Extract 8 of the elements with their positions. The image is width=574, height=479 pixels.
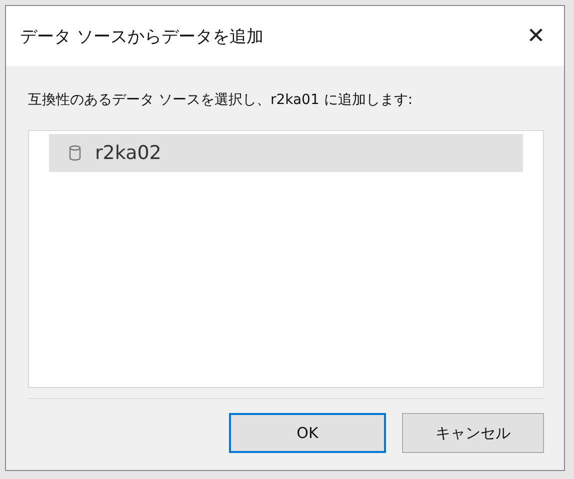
window-title: データ ソースからデータを追加 (20, 26, 264, 48)
source-name: r2ka02 (95, 142, 162, 164)
dialog-button[interactable]: OK (229, 413, 386, 453)
source-item[interactable]: r2ka02 (49, 134, 523, 172)
database-icon (69, 145, 81, 161)
instruction-text: 互換性のあるデータ ソースを選択し、r2ka01 に追加します: (28, 91, 414, 110)
dialog-button[interactable]: キャンセル (402, 413, 544, 453)
close-button[interactable]: ✕ (508, 6, 564, 66)
